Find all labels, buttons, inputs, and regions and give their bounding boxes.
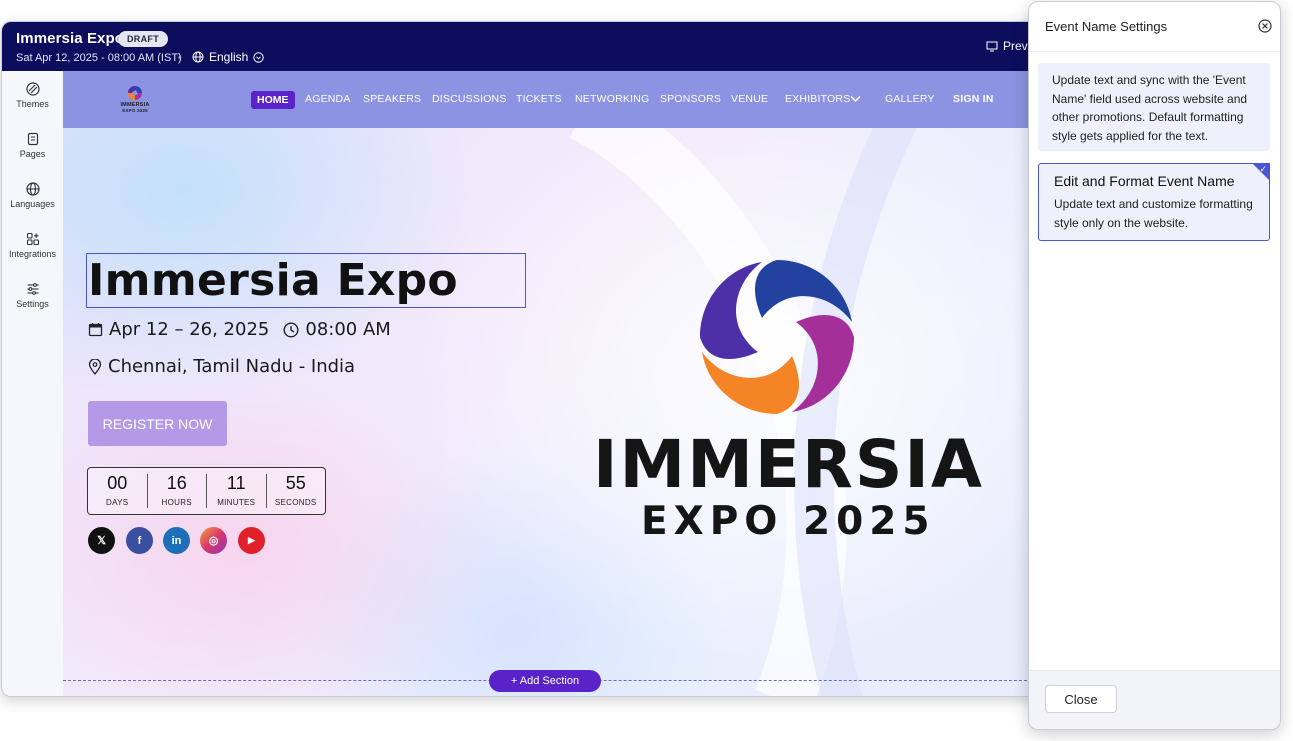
nav-networking[interactable]: NETWORKING	[575, 93, 649, 105]
sidebar-item-pages[interactable]: Pages	[2, 132, 63, 159]
location-pin-icon	[88, 358, 102, 375]
sidebar-label: Integrations	[8, 249, 57, 259]
register-now-button[interactable]: REGISTER NOW	[88, 401, 227, 446]
add-section-button[interactable]: + Add Section	[489, 670, 601, 692]
site-navbar: IMMERSIA EXPO 2025 HOME AGENDA SPEAKERS …	[63, 71, 1062, 128]
nav-home[interactable]: HOME	[251, 91, 295, 109]
countdown-label: DAYS	[106, 498, 129, 507]
left-sidebar: Themes Pages Languages Integrations Sett…	[2, 71, 64, 696]
sidebar-label: Settings	[16, 299, 49, 309]
countdown-days: 00 DAYS	[88, 473, 147, 508]
option-description: Update text and sync with the 'Event Nam…	[1052, 73, 1248, 143]
background-swoosh	[569, 84, 921, 696]
countdown-hours: 16 HOURS	[146, 473, 207, 508]
editor-window: Immersia Expo DRAFT Sat Apr 12, 2025 - 0…	[1, 21, 1063, 697]
event-location: Chennai, Tamil Nadu - India	[108, 356, 356, 377]
nav-speakers[interactable]: SPEAKERS	[363, 93, 421, 105]
logo-swirl-icon	[128, 86, 142, 100]
page-canvas: IMMERSIA EXPO 2025 HOME AGENDA SPEAKERS …	[63, 71, 1062, 696]
palette-icon	[25, 82, 40, 96]
event-time: 08:00 AM	[305, 319, 391, 340]
countdown-label: MINUTES	[217, 498, 256, 507]
nav-tickets[interactable]: TICKETS	[516, 93, 562, 105]
language-label: English	[209, 50, 249, 64]
nav-gallery[interactable]: GALLERY	[885, 93, 935, 105]
countdown-label: HOURS	[161, 498, 192, 507]
panel-divider	[1029, 51, 1280, 52]
sidebar-label: Pages	[19, 149, 46, 159]
facebook-icon[interactable]: f	[126, 527, 153, 554]
linkedin-icon[interactable]: in	[163, 527, 190, 554]
nav-agenda[interactable]: AGENDA	[305, 93, 351, 105]
language-selector[interactable]: English	[192, 50, 265, 64]
checkmark-icon: ✓	[1259, 164, 1267, 174]
option-edit-format-event-name[interactable]: ✓ Edit and Format Event Name Update text…	[1038, 163, 1270, 241]
nav-exhibitors[interactable]: EXHIBITORS	[785, 93, 850, 105]
countdown-value: 16	[166, 473, 187, 493]
separator-dot: •	[178, 52, 182, 64]
nav-sponsors[interactable]: SPONSORS	[660, 93, 721, 105]
sidebar-item-languages[interactable]: Languages	[2, 182, 63, 209]
sliders-icon	[27, 283, 38, 295]
pages-icon	[27, 132, 38, 146]
nav-sign-in[interactable]: SIGN IN	[953, 93, 994, 105]
clock-icon	[283, 321, 299, 338]
panel-footer: Close	[1029, 670, 1280, 729]
preview-label: Previ	[1003, 39, 1031, 53]
logo-subtext: EXPO 2025	[122, 108, 148, 113]
x-icon[interactable]: 𝕏	[88, 527, 115, 554]
close-icon[interactable]	[1258, 19, 1272, 33]
event-date: Apr 12 – 26, 2025	[109, 319, 270, 340]
option-sync-event-name[interactable]: Update text and sync with the 'Event Nam…	[1038, 63, 1270, 151]
countdown-label: SECONDS	[274, 498, 317, 507]
panel-title: Event Name Settings	[1045, 19, 1168, 34]
preview-button[interactable]: Previ	[986, 39, 1030, 53]
countdown-timer: 00 DAYS 16 HOURS 11 MINUTES 55 SECONDS	[87, 467, 326, 515]
sidebar-item-integrations[interactable]: Integrations	[2, 232, 63, 259]
youtube-icon[interactable]: ▶	[238, 527, 265, 554]
site-logo[interactable]: IMMERSIA EXPO 2025	[115, 85, 155, 114]
nav-discussions[interactable]: DISCUSSIONS	[432, 93, 507, 105]
globe-icon	[192, 51, 204, 63]
hero-title[interactable]: Immersia Expo	[88, 255, 458, 306]
countdown-value: 11	[226, 473, 246, 493]
event-date-row: Apr 12 – 26, 2025 08:00 AM	[88, 319, 391, 340]
chevron-down-icon	[253, 51, 265, 63]
event-name-settings-panel: Event Name Settings Update text and sync…	[1028, 1, 1281, 730]
countdown-seconds: 55 SECONDS	[265, 473, 326, 508]
countdown-value: 55	[285, 473, 306, 493]
sidebar-item-settings[interactable]: Settings	[2, 282, 63, 309]
sidebar-label: Languages	[10, 199, 55, 209]
monitor-icon	[986, 41, 998, 51]
event-title: Immersia Expo	[16, 30, 125, 47]
instagram-icon[interactable]: ◎	[200, 527, 227, 554]
option-title: Edit and Format Event Name	[1054, 173, 1235, 189]
close-button[interactable]: Close	[1045, 685, 1117, 713]
countdown-value: 00	[107, 473, 128, 493]
countdown-minutes: 11 MINUTES	[206, 473, 266, 508]
globe-icon	[25, 182, 40, 196]
event-location-row: Chennai, Tamil Nadu - India	[88, 356, 355, 377]
logo-wordmark: IMMERSIA	[593, 426, 984, 503]
sidebar-label: Themes	[16, 99, 49, 109]
immersia-logo-swirl	[700, 260, 854, 414]
top-bar: Immersia Expo DRAFT Sat Apr 12, 2025 - 0…	[2, 22, 1062, 71]
integrations-icon	[26, 232, 39, 246]
event-datetime: Sat Apr 12, 2025 - 08:00 AM (IST)	[16, 52, 182, 64]
status-badge: DRAFT	[118, 31, 168, 47]
nav-venue[interactable]: VENUE	[731, 93, 768, 105]
logo-year-text: EXPO 2025	[641, 499, 936, 544]
chevron-down-icon[interactable]	[850, 95, 861, 103]
option-description: Update text and customize formatting sty…	[1054, 197, 1253, 230]
calendar-icon	[88, 323, 103, 337]
sidebar-item-themes[interactable]: Themes	[2, 82, 63, 109]
